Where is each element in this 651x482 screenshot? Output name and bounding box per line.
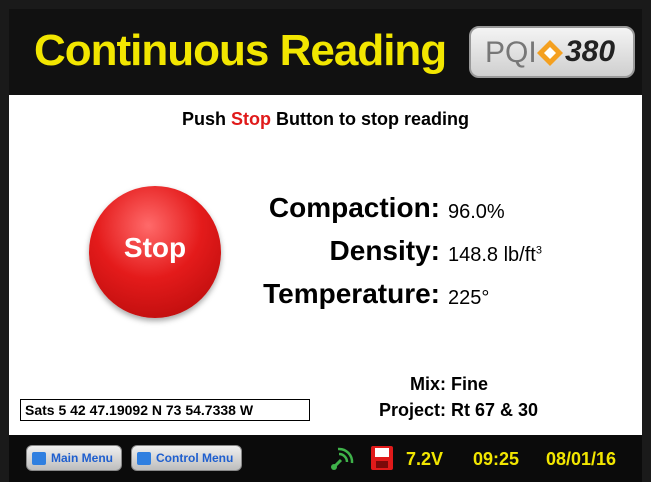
gps-readout: Sats 5 42 47.19092 N 73 54.7338 W	[20, 399, 310, 421]
temperature-value: 225°	[448, 287, 490, 309]
temperature-label: Temperature:	[263, 278, 440, 309]
save-disk-icon	[371, 446, 393, 470]
mix-label: Mix:	[410, 374, 446, 394]
header-bar: Continuous Reading PQI 380	[9, 9, 642, 95]
logo-diamond-icon	[537, 40, 563, 66]
instruction-before: Push	[182, 109, 232, 129]
instruction-stop-word: Stop	[231, 109, 272, 129]
logo-number: 380	[565, 35, 616, 68]
gps-signal-icon	[331, 447, 354, 470]
current-date: 08/01/16	[546, 449, 617, 469]
logo-prefix: PQI	[485, 36, 537, 69]
stop-button[interactable]: Stop	[89, 186, 221, 318]
footer-bar: Main Menu Control Menu 7.2V 09:25 08/01/…	[9, 435, 642, 482]
density-value-wrap: 148.8 lb/ft3	[448, 244, 542, 267]
compaction-label: Compaction:	[268, 192, 440, 223]
density-unit-superscript: 3	[535, 244, 542, 257]
main-menu-label: Main Menu	[51, 451, 113, 465]
device-screen: Continuous Reading PQI 380 Push Stop But…	[0, 0, 651, 482]
density-label: Density:	[329, 235, 440, 266]
mix-value: Fine	[451, 374, 489, 394]
instruction-after: Button to stop reading	[271, 109, 469, 129]
stop-button-label: Stop	[123, 232, 187, 263]
project-value: Rt 67 & 30	[451, 400, 539, 420]
density-value: 148.8 lb/ft	[448, 244, 536, 266]
main-menu-button[interactable]: Main Menu	[26, 445, 122, 471]
control-menu-button[interactable]: Control Menu	[131, 445, 242, 471]
battery-voltage: 7.2V	[406, 449, 444, 469]
compaction-value: 96.0%	[448, 201, 505, 223]
pqi-380-logo: PQI 380	[469, 26, 635, 78]
page-title: Continuous Reading	[34, 26, 447, 75]
menu-exit-icon	[32, 452, 46, 465]
control-menu-label: Control Menu	[156, 451, 234, 465]
menu-exit-icon	[137, 452, 151, 465]
project-label: Project:	[378, 400, 446, 420]
instruction-text: Push Stop Button to stop reading	[9, 109, 642, 130]
clock-time: 09:25	[473, 449, 520, 469]
